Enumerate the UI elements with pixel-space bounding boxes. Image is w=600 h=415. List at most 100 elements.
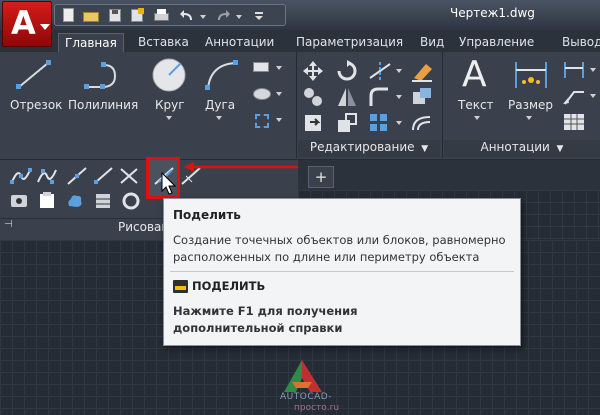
save-icon[interactable] [107,8,123,23]
text-dropdown-icon[interactable] [474,116,480,120]
arc-tool-label[interactable]: Дуга [205,98,235,112]
ellipse-icon[interactable] [253,88,271,100]
trim-icon[interactable] [368,60,392,82]
annotation-panel-label: Аннотации [480,140,550,154]
dimension-tool-label[interactable]: Размер [508,98,553,112]
document-title: Чертеж1.dwg [450,6,535,20]
scale-icon[interactable] [336,112,358,134]
redo-dropdown-icon[interactable] [236,15,242,19]
linear-dim-icon[interactable] [562,60,586,80]
application-menu-button[interactable]: A [2,1,52,47]
more-icon[interactable] [251,8,267,23]
leader-icon[interactable] [562,86,586,106]
move-icon[interactable] [302,60,324,82]
rectangle-dropdown-icon[interactable] [276,66,282,70]
array-dropdown-icon[interactable] [396,121,402,125]
boundary-icon[interactable] [94,192,112,210]
offset-icon[interactable] [410,112,434,134]
fillet-dropdown-icon[interactable] [396,95,402,99]
rectangle-icon[interactable] [253,62,269,72]
pin-icon[interactable]: ⊣ [4,219,13,230]
tooltip-divider [170,271,514,272]
mirror-icon[interactable] [336,86,358,108]
text-tool-label[interactable]: Текст [458,98,494,112]
panel-separator [442,52,443,158]
command-line-icon [173,280,188,293]
tooltip-description: Создание точечных объектов или блоков, р… [173,233,506,264]
tab-output[interactable]: Вывод [556,33,600,52]
hatch-icon[interactable] [255,114,269,128]
tooltip-title: Поделить [173,208,241,222]
tab-home[interactable]: Главная [58,33,124,52]
divide-button[interactable] [146,157,180,199]
text-icon[interactable]: A [462,54,487,95]
spline-cv-icon[interactable] [36,166,58,186]
donut-icon[interactable] [122,192,140,210]
tooltip-help-hint: Нажмите F1 для получения дополнительной … [173,304,358,335]
new-file-icon[interactable] [61,8,77,23]
modify-panel-title[interactable]: Редактирование ▼ [298,140,440,157]
erase-icon[interactable] [410,60,434,82]
annotation-panel-title[interactable]: Аннотации ▼ [444,140,600,157]
arc-icon[interactable] [203,58,241,92]
print-icon[interactable] [153,8,169,23]
revision-cloud-icon[interactable] [66,192,84,210]
redo-icon[interactable] [215,8,231,23]
multiple-points-icon[interactable] [118,166,140,186]
leader-dropdown-icon[interactable] [590,94,596,98]
polyline-tool-label[interactable]: Полилиния [68,98,138,112]
dimension-dropdown-icon[interactable] [526,116,532,120]
hatch-dropdown-icon[interactable] [276,118,282,122]
circle-dropdown-icon[interactable] [166,116,172,120]
undo-icon[interactable] [179,8,195,23]
circle-tool-label[interactable]: Круг [155,98,185,112]
circle-icon[interactable] [150,56,188,94]
tab-manage[interactable]: Управление [453,33,540,52]
ribbon-tab-bar: Главная Вставка Аннотации Параметризация… [52,30,600,52]
table-icon[interactable] [562,112,586,132]
tab-parametric[interactable]: Параметризация [290,33,409,52]
copy-icon[interactable] [302,86,324,108]
dimension-icon[interactable] [512,60,550,92]
watermark-logo: AUTOCAD- просто.ru [272,358,352,414]
tab-insert[interactable]: Вставка [132,33,195,52]
tab-annotate[interactable]: Аннотации [199,33,280,52]
undo-dropdown-icon[interactable] [200,15,206,19]
tab-view[interactable]: Вид [414,33,450,52]
spline-fit-icon[interactable] [10,166,32,186]
fillet-icon[interactable] [368,86,390,108]
linear-dim-dropdown-icon[interactable] [590,68,596,72]
line-icon[interactable] [14,58,54,92]
arc-dropdown-icon[interactable] [216,116,222,120]
stretch-icon[interactable] [302,112,324,134]
watermark-subtext: просто.ru [294,403,340,413]
watermark-text: AUTOCAD- [280,392,332,402]
ray-icon[interactable] [92,166,114,186]
open-folder-icon[interactable] [83,8,99,23]
mouse-cursor-icon [161,172,177,195]
watermark-logo-icon [284,360,322,392]
autocad-logo-icon: A [11,4,36,42]
trim-dropdown-icon[interactable] [396,69,402,73]
title-bar: Чертеж1.dwg [0,0,600,30]
region-icon[interactable] [10,192,28,210]
quick-access-toolbar [54,4,286,26]
construction-line-icon[interactable] [66,166,88,186]
rotate-icon[interactable] [336,60,358,82]
command-tooltip: Поделить Создание точечных объектов или … [163,198,521,346]
wipeout-icon[interactable] [38,192,56,210]
line-tool-label[interactable]: Отрезок [10,98,62,112]
polyline-icon[interactable] [82,58,126,92]
new-tab-button[interactable]: + [308,166,334,188]
chevron-down-icon: ▼ [553,144,564,154]
save-as-icon[interactable] [129,8,145,23]
file-tab-bar: + [298,160,600,190]
array-icon[interactable] [368,112,390,134]
chevron-down-icon [40,24,50,30]
modify-panel-label: Редактирование [309,140,415,154]
explode-icon[interactable] [410,86,434,108]
ellipse-dropdown-icon[interactable] [276,92,282,96]
panel-separator [296,52,297,158]
tooltip-command-name: ПОДЕЛИТЬ [192,279,266,293]
chevron-down-icon: ▼ [418,144,429,154]
